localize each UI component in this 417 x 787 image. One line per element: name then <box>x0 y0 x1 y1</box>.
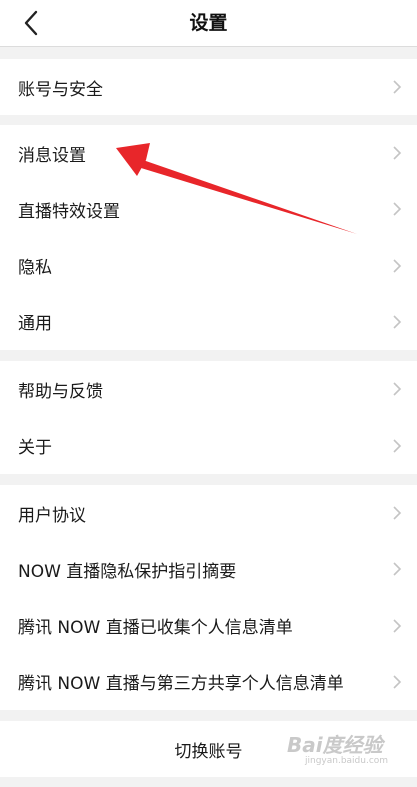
watermark-logo: Bai度经验 <box>287 733 383 757</box>
settings-group-account: 账号与安全 <box>0 59 417 115</box>
chevron-right-icon <box>393 562 402 576</box>
chevron-right-icon <box>393 439 402 453</box>
settings-item-about[interactable]: 关于 <box>0 418 417 475</box>
chevron-right-icon <box>393 619 402 633</box>
settings-item-privacy[interactable]: 隐私 <box>0 238 417 294</box>
settings-item-privacy-summary[interactable]: NOW 直播隐私保护指引摘要 <box>0 541 417 597</box>
settings-item-message-settings[interactable]: 消息设置 <box>0 125 417 181</box>
chevron-right-icon <box>393 315 402 329</box>
chevron-right-icon <box>393 146 402 160</box>
settings-item-user-agreement[interactable]: 用户协议 <box>0 485 417 541</box>
settings-item-label: 通用 <box>18 314 52 335</box>
settings-item-label: 腾讯 NOW 直播与第三方共享个人信息清单 <box>18 674 344 695</box>
settings-item-label: 帮助与反馈 <box>18 381 103 402</box>
settings-item-label: NOW 直播隐私保护指引摘要 <box>18 561 237 582</box>
settings-item-live-effects[interactable]: 直播特效设置 <box>0 181 417 237</box>
navigation-bar: 设置 <box>0 0 417 47</box>
chevron-right-icon <box>393 506 402 520</box>
watermark-url: jingyan.baidu.com <box>305 756 389 766</box>
chevron-right-icon <box>393 382 402 396</box>
settings-group-help: 帮助与反馈 关于 <box>0 361 417 474</box>
watermark: Bai度经验 jingyan.baidu.com <box>287 729 407 773</box>
page-title: 设置 <box>189 12 228 34</box>
settings-item-label: 直播特效设置 <box>18 201 120 222</box>
settings-item-help-feedback[interactable]: 帮助与反馈 <box>0 361 417 418</box>
settings-item-label: 关于 <box>18 438 52 459</box>
settings-item-label: 用户协议 <box>18 505 86 526</box>
settings-item-label: 腾讯 NOW 直播已收集个人信息清单 <box>18 618 293 639</box>
settings-group-general: 消息设置 直播特效设置 隐私 通用 <box>0 125 417 350</box>
settings-item-shared-info[interactable]: 腾讯 NOW 直播与第三方共享个人信息清单 <box>0 654 417 710</box>
settings-item-collected-info[interactable]: 腾讯 NOW 直播已收集个人信息清单 <box>0 598 417 654</box>
chevron-right-icon <box>393 202 402 216</box>
settings-item-general[interactable]: 通用 <box>0 294 417 350</box>
chevron-right-icon <box>393 80 402 94</box>
settings-item-account-security[interactable]: 账号与安全 <box>0 59 417 115</box>
settings-item-label: 隐私 <box>18 258 52 279</box>
settings-item-label: 消息设置 <box>18 145 86 166</box>
settings-group-legal: 用户协议 NOW 直播隐私保护指引摘要 腾讯 NOW 直播已收集个人信息清单 腾… <box>0 485 417 710</box>
settings-item-label: 账号与安全 <box>18 79 103 100</box>
chevron-right-icon <box>393 259 402 273</box>
chevron-right-icon <box>393 675 402 689</box>
